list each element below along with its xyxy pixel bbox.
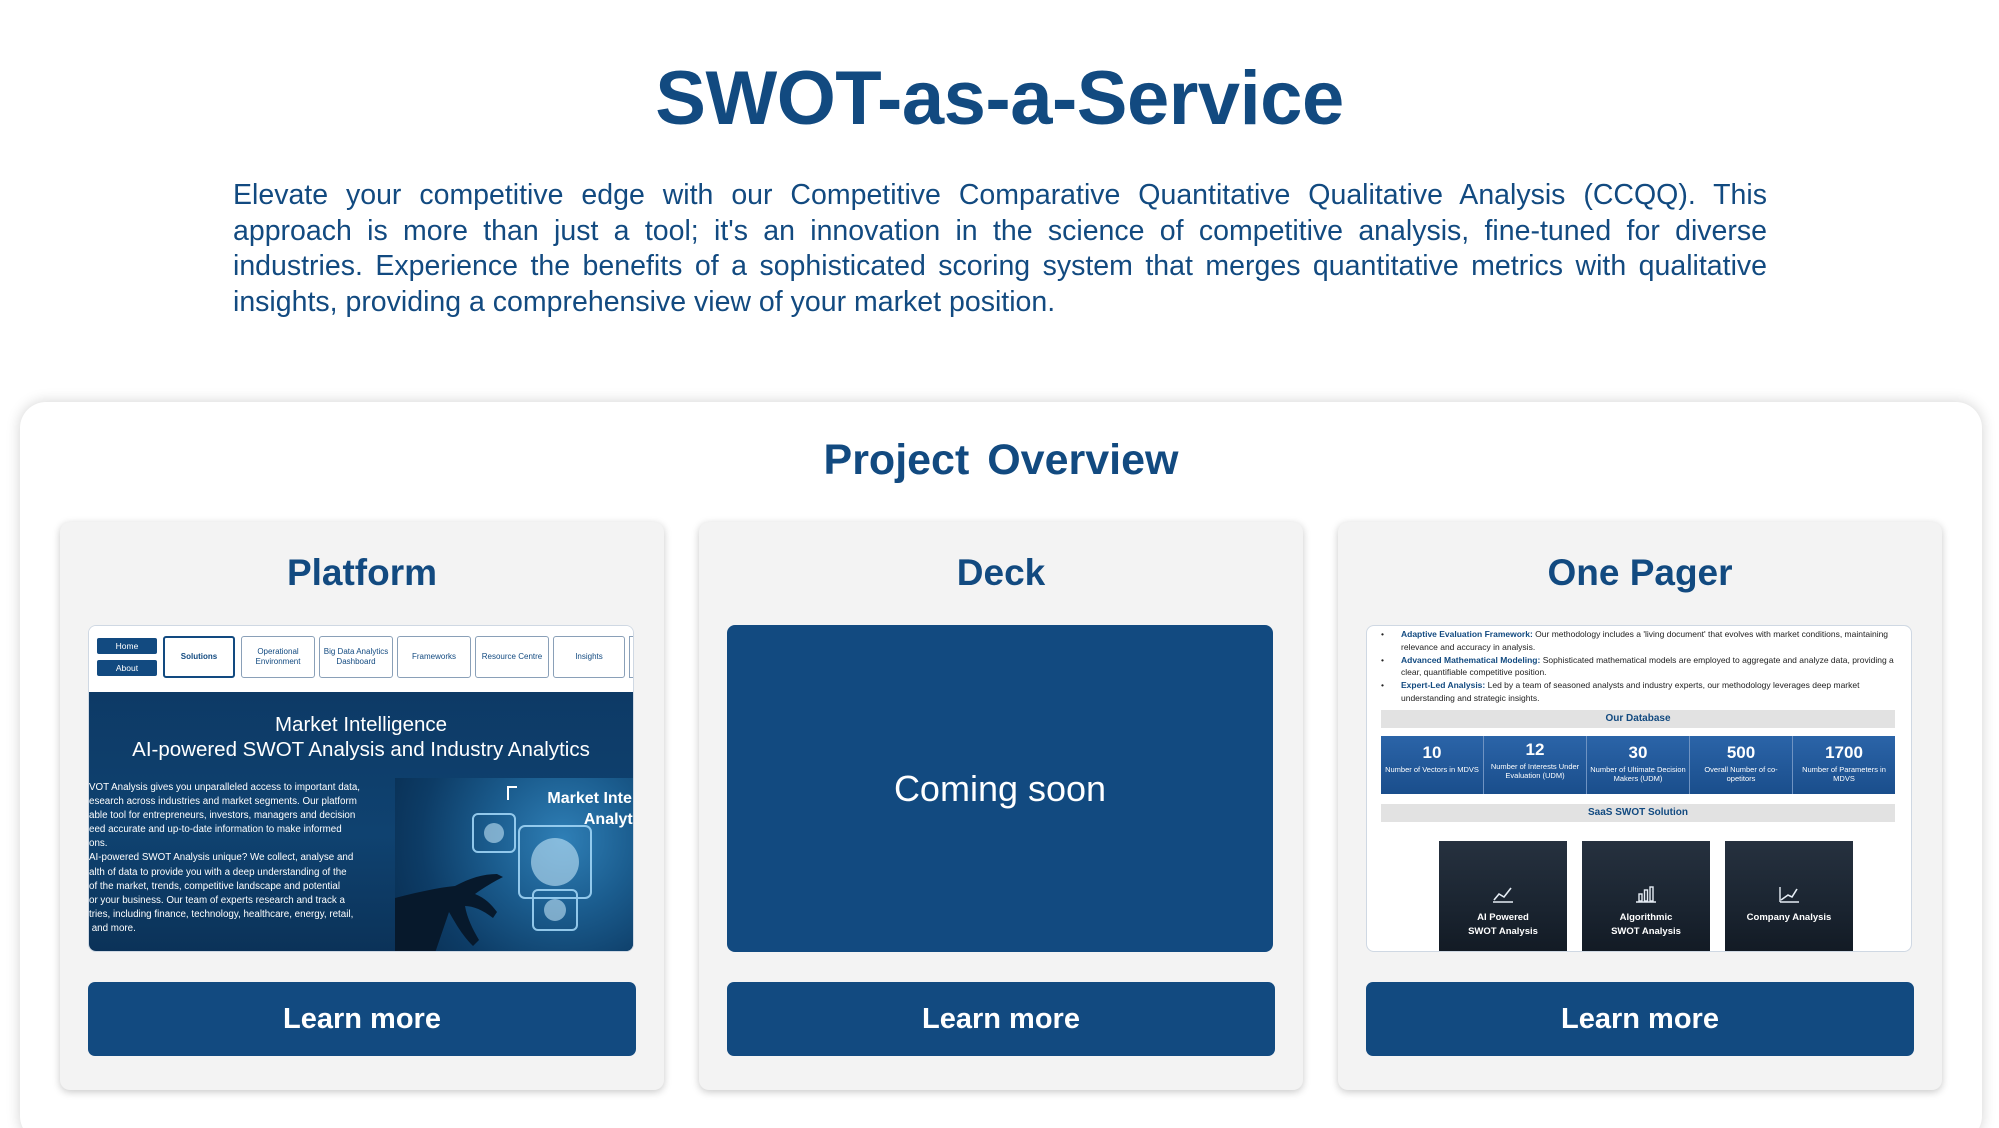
preview-home-button: Home — [97, 638, 157, 654]
preview-about-button: About — [97, 660, 157, 676]
preview-tab-insights: Insights — [553, 636, 625, 678]
tile-ai-powered-swot: AI Powered SWOT Analysis — [1439, 841, 1567, 951]
stat-label: Number of Parameters in MDVS — [1802, 765, 1886, 783]
platform-preview-hero: Market Intelligence AI-powered SWOT Anal… — [89, 692, 633, 951]
database-stats: 10 Number of Vectors in MDVS 12 Number of … — [1381, 736, 1895, 794]
trend-chart-icon — [1779, 887, 1799, 903]
preview-heading-line1: Market Intelligence — [274, 713, 448, 736]
stat-value: 30 — [1628, 743, 1648, 762]
stat-label: Number of Ultimate Decision Makers (UDM) — [1590, 765, 1686, 783]
stat-value: 1700 — [1825, 743, 1863, 762]
stat-item: 30 Number of Ultimate Decision Makers (UD… — [1587, 736, 1690, 794]
caption-bracket — [507, 786, 517, 800]
one-pager-card-title: One Pager — [1547, 552, 1733, 593]
platform-preview-image: Home About Solutions Operational Environ… — [88, 625, 634, 952]
preview-ai-hand-image: Market Intellig Analytics — [395, 778, 633, 951]
stat-item: 10 Number of Vectors in MDVS — [1381, 736, 1484, 794]
bullet-lead: Advanced Mathematical Modeling: — [1401, 654, 1541, 665]
one-pager-bullet: Advanced Mathematical Modeling: Sophisti… — [1381, 654, 1903, 679]
stat-label: Overall Number of co-opetitors — [1704, 765, 1778, 783]
one-pager-bullet: Adaptive Evaluation Framework: Our metho… — [1381, 628, 1903, 653]
tile-label: Company Analysis — [1746, 912, 1832, 923]
deck-card-title: Deck — [956, 552, 1046, 593]
one-pager-bullet: Expert-Led Analysis: Led by a team of se… — [1381, 679, 1903, 704]
solution-heading: SaaS SWOT Solution — [1381, 804, 1895, 822]
tile-label: AI Powered SWOT Analysis — [1468, 912, 1538, 937]
page-description: Elevate your competitive edge with our C… — [233, 179, 1767, 318]
stat-value: 12 — [1525, 740, 1545, 759]
preview-tab-overflow — [629, 636, 633, 678]
platform-card: Platform Home About Solutions Operationa… — [60, 522, 664, 1090]
preview-heading: Market Intelligence AI-powered SWOT Anal… — [89, 712, 633, 762]
bullet-lead: Adaptive Evaluation Framework: — [1401, 629, 1533, 639]
tile-company-analysis: Company Analysis — [1725, 841, 1853, 951]
preview-heading-line2: AI-powered SWOT Analysis and Industry An… — [132, 738, 590, 761]
deck-learn-more-button[interactable]: Learn more — [727, 982, 1275, 1056]
stat-label: Number of Interests Under Evaluation (UD… — [1490, 762, 1580, 780]
platform-card-title: Platform — [286, 552, 438, 593]
stat-item: 1700 Number of Parameters in MDVS — [1793, 736, 1895, 794]
stat-item: 500 Overall Number of co-opetitors — [1690, 736, 1793, 794]
platform-preview-nav: Home About Solutions Operational Environ… — [89, 626, 633, 692]
one-pager-preview-image: Adaptive Evaluation Framework: Our metho… — [1366, 625, 1912, 952]
bullet-lead: Expert-Led Analysis: — [1401, 680, 1486, 691]
tile-label: Algorithmic SWOT Analysis — [1611, 912, 1681, 937]
platform-learn-more-button[interactable]: Learn more — [88, 982, 636, 1056]
one-pager-card: One Pager Adaptive Evaluation Framework:… — [1338, 522, 1942, 1090]
page-title: SWOT-as-a-Service — [655, 56, 1344, 141]
one-pager-bullet-list: Adaptive Evaluation Framework: Our metho… — [1381, 628, 1903, 705]
deck-card: Deck Coming soon Learn more — [699, 522, 1303, 1090]
database-heading: Our Database — [1381, 710, 1895, 728]
one-pager-learn-more-button[interactable]: Learn more — [1366, 982, 1914, 1056]
stat-item: 12 Number of Interests Under Evaluation (… — [1484, 736, 1587, 794]
stat-label: Number of Vectors in MDVS — [1385, 765, 1479, 774]
preview-tab-operational-environment: Operational Environment — [241, 636, 315, 678]
deck-preview: Coming soon — [727, 625, 1273, 952]
preview-tab-solutions: Solutions — [163, 636, 235, 678]
coming-soon-text: Coming soon — [893, 767, 1107, 809]
line-chart-icon — [1493, 887, 1513, 903]
preview-body-text: VOT Analysis gives you unparalleled acce… — [89, 782, 361, 934]
overview-title: Project Overview — [823, 436, 1179, 484]
preview-tab-frameworks: Frameworks — [397, 636, 471, 678]
tile-algorithmic-swot: Algorithmic SWOT Analysis — [1582, 841, 1710, 951]
bar-chart-icon — [1636, 886, 1656, 903]
preview-tab-resource-centre: Resource Centre — [475, 636, 549, 678]
stat-value: 10 — [1422, 743, 1442, 762]
project-overview-panel: Project Overview Platform Home About Sol… — [20, 402, 1982, 1128]
preview-image-caption: Market Intellig Analytics — [547, 790, 633, 828]
stat-value: 500 — [1726, 743, 1756, 762]
preview-tab-big-data: Big Data Analytics Dashboard — [319, 636, 393, 678]
